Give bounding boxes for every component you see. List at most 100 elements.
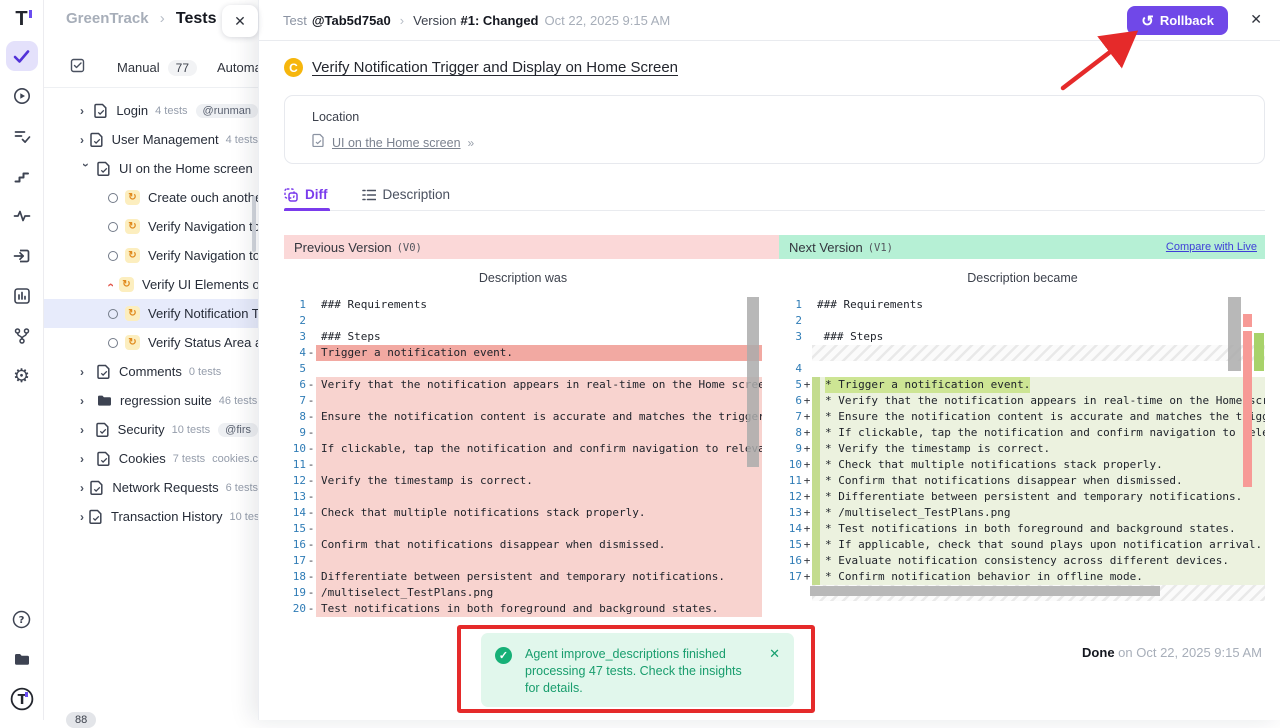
collapse-caret-icon[interactable]: › xyxy=(103,283,117,287)
tree-test-row[interactable]: ↻Verify Navigation to xyxy=(44,212,258,241)
signin-icon[interactable] xyxy=(6,241,38,271)
tree-scrollbar[interactable] xyxy=(252,196,256,252)
plans-icon[interactable] xyxy=(6,121,38,151)
rollback-button[interactable]: ↺ Rollback xyxy=(1127,6,1228,35)
tree-suite-row[interactable]: ›Login4 tests@runman xyxy=(44,96,258,125)
reports-icon[interactable] xyxy=(6,281,38,311)
modal-close-icon[interactable]: ✕ xyxy=(1250,11,1262,28)
branch-icon[interactable] xyxy=(6,321,38,351)
panel-close-button[interactable]: ✕ xyxy=(222,5,258,37)
location-label: Location xyxy=(312,110,359,124)
next-diff-line: 11+* Confirm that notifications disappea… xyxy=(780,473,1265,489)
runs-icon[interactable] xyxy=(6,81,38,111)
tests-icon[interactable] xyxy=(6,41,38,71)
previous-diff-line: 16-Confirm that notifications disappear … xyxy=(284,537,762,553)
tree-test-row[interactable]: ›↻Verify UI Elements o xyxy=(44,270,258,299)
status-circle-icon[interactable] xyxy=(108,222,118,232)
toast-message: Agent improve_descriptions finished proc… xyxy=(525,646,755,694)
help-icon[interactable]: ? xyxy=(6,604,38,634)
tab-description-label: Description xyxy=(383,187,451,202)
tree-suite-row[interactable]: ›regression suite46 tests xyxy=(44,386,258,415)
chevron-icon[interactable]: › xyxy=(80,452,92,466)
tab-automated[interactable]: Automated xyxy=(217,60,258,75)
previous-diff-line: 20-Test notifications in both foreground… xyxy=(284,601,762,617)
tab-manual[interactable]: Manual xyxy=(117,60,160,75)
steps-icon[interactable] xyxy=(6,161,38,191)
tree-suite-row[interactable]: ›Cookies7 testscookies.c xyxy=(44,444,258,473)
test-id[interactable]: @Tab5d75a0 xyxy=(312,13,391,28)
next-version-header: Next Version (V1) Compare with Live xyxy=(779,235,1265,259)
tree-test-row[interactable]: ↻Verify Notification T xyxy=(44,299,258,328)
status-circle-icon[interactable] xyxy=(108,251,118,261)
status-circle-icon[interactable] xyxy=(108,338,118,348)
previous-diff-line: 6-Verify that the notification appears i… xyxy=(284,377,762,393)
chevron-icon[interactable]: › xyxy=(80,394,92,408)
next-version-tag: (V1) xyxy=(868,242,893,254)
tab-diff[interactable]: Diff xyxy=(284,179,328,210)
tree-item-meta: 10 tests xyxy=(172,424,211,436)
location-link[interactable]: UI on the Home screen xyxy=(332,136,461,150)
next-diff-line: 14+* Test notifications in both foregrou… xyxy=(780,521,1265,537)
previous-diff-line: 12-Verify the timestamp is correct. xyxy=(284,473,762,489)
test-doc-icon xyxy=(97,364,111,379)
tree-suite-row[interactable]: ›Comments0 tests xyxy=(44,357,258,386)
status-circle-icon[interactable] xyxy=(108,193,118,203)
tree-item-label: Verify Notification T xyxy=(148,306,258,321)
chevron-icon[interactable]: › xyxy=(80,423,91,437)
chevron-icon[interactable]: › xyxy=(80,481,85,495)
app-logo[interactable]: T xyxy=(15,8,27,31)
chevron-icon[interactable]: › xyxy=(80,133,85,147)
next-diff-line: 10+* Check that multiple notifications s… xyxy=(780,457,1265,473)
done-status: Done xyxy=(1082,645,1115,660)
previous-diff-line: 9- xyxy=(284,425,762,441)
previous-panel-scrollbar[interactable] xyxy=(747,297,759,467)
previous-diff-line: 3### Steps xyxy=(284,329,762,345)
select-tests-icon[interactable] xyxy=(70,58,85,78)
next-panel-scrollbar[interactable] xyxy=(1228,297,1241,371)
tree-suite-row[interactable]: ›UI on the Home screen xyxy=(44,154,258,183)
account-icon[interactable]: T xyxy=(6,684,38,714)
tree-test-row[interactable]: ↻Verify Status Area a xyxy=(44,328,258,357)
previous-version-tag: (V0) xyxy=(397,242,422,254)
breadcrumb-separator: › xyxy=(160,10,165,27)
chevron-icon[interactable]: › xyxy=(80,104,89,118)
ai-processing-icon: ↻ xyxy=(125,248,140,263)
next-diff-line: 5+* Trigger a notification event. xyxy=(780,377,1265,393)
diff-overview-removed-mark xyxy=(1243,314,1252,327)
tree-item-label: Verify Status Area a xyxy=(148,335,258,350)
files-icon[interactable] xyxy=(6,644,38,674)
toast-close-icon[interactable]: ✕ xyxy=(769,646,780,694)
next-panel-hscrollbar[interactable] xyxy=(810,586,1160,596)
next-diff-line: 3 ### Steps xyxy=(780,329,1265,345)
rollback-label: Rollback xyxy=(1160,13,1214,28)
settings-icon[interactable]: ⚙ xyxy=(6,361,38,391)
tree-item-label: regression suite xyxy=(120,393,212,408)
test-label: Test xyxy=(283,13,307,28)
tree-suite-row[interactable]: ›Security10 tests@firs xyxy=(44,415,258,444)
tree-item-label: Cookies xyxy=(119,451,166,466)
activity-icon[interactable] xyxy=(6,201,38,231)
compare-with-live-link[interactable]: Compare with Live xyxy=(1166,241,1257,253)
tree-test-row[interactable]: ↻Create ouch anothe xyxy=(44,183,258,212)
header-separator: › xyxy=(400,13,404,28)
breadcrumb-brand[interactable]: GreenTrack xyxy=(66,10,149,27)
chevron-icon[interactable]: › xyxy=(79,163,93,175)
test-title[interactable]: Verify Notification Trigger and Display … xyxy=(312,59,678,76)
chevron-icon[interactable]: › xyxy=(80,510,84,524)
version-date: Oct 22, 2025 9:15 AM xyxy=(545,13,671,28)
previous-diff-line: 14-Check that multiple notifications sta… xyxy=(284,505,762,521)
tree-suite-row[interactable]: ›User Management4 tests xyxy=(44,125,258,154)
tab-description[interactable]: Description xyxy=(362,179,451,210)
diff-overview-added-mark xyxy=(1254,333,1264,371)
next-diff-line: 1### Requirements xyxy=(780,297,1265,313)
tree-suite-row[interactable]: ›Network Requests6 tests xyxy=(44,473,258,502)
next-diff-line: 12+* Differentiate between persistent an… xyxy=(780,489,1265,505)
breadcrumb-page[interactable]: Tests xyxy=(176,10,217,27)
tree-item-label: Login xyxy=(116,103,148,118)
status-circle-icon[interactable] xyxy=(108,309,118,319)
tree-item-label: Security xyxy=(118,422,165,437)
tree-test-row[interactable]: ↻Verify Navigation to xyxy=(44,241,258,270)
tree-item-label: Transaction History xyxy=(111,509,223,524)
chevron-icon[interactable]: › xyxy=(80,365,92,379)
tree-suite-row[interactable]: ›Transaction History10 tests xyxy=(44,502,258,531)
